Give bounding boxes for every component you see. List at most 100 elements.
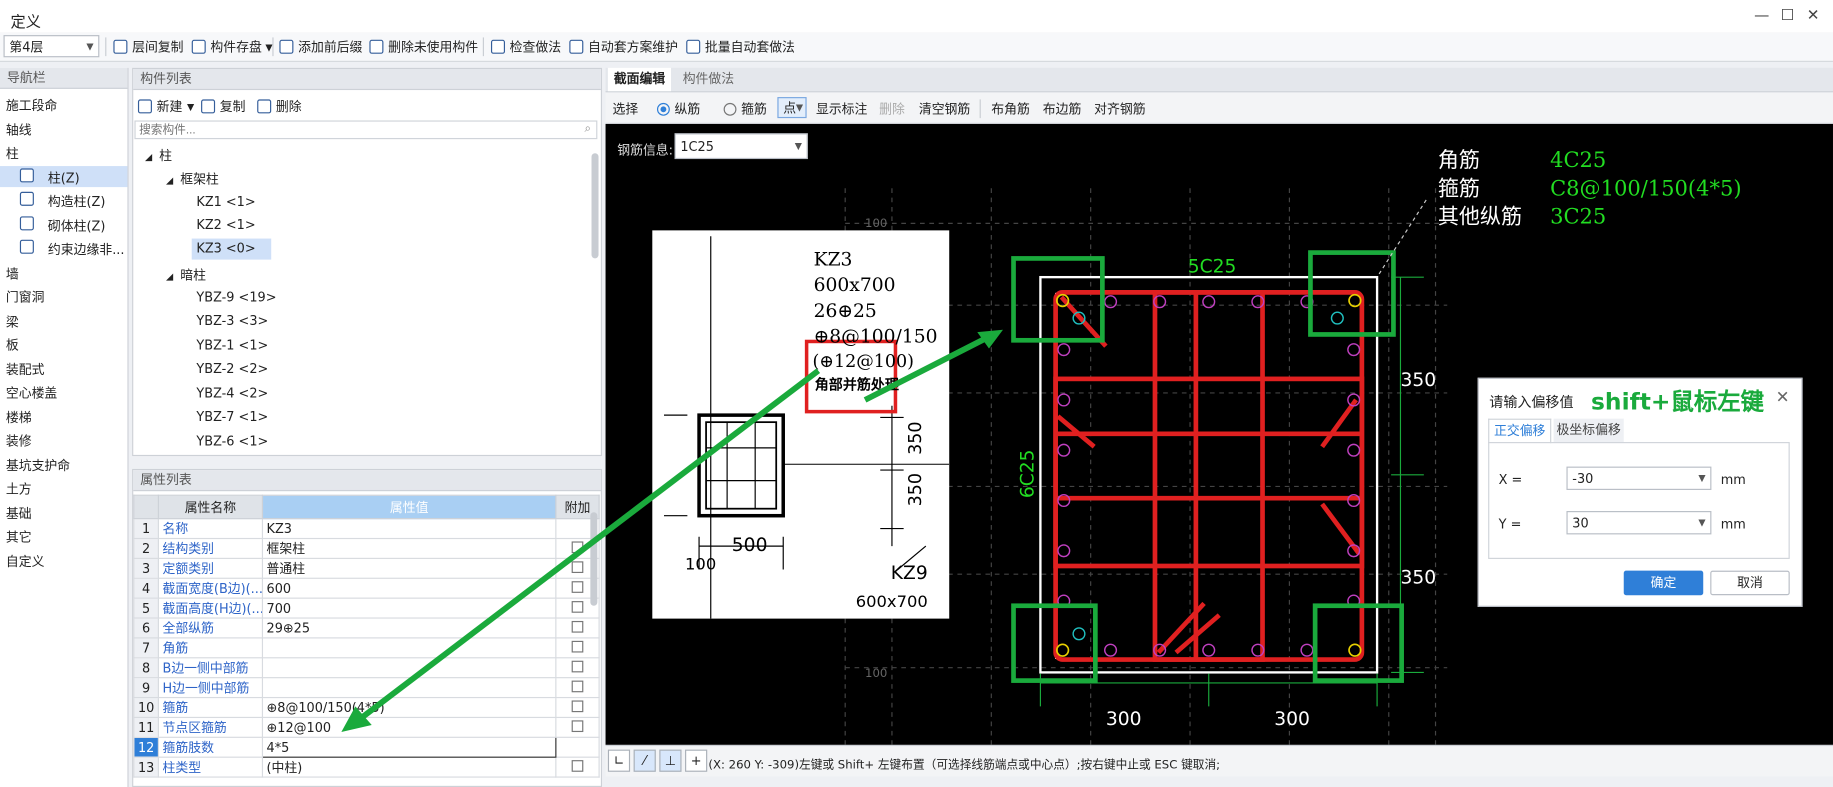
prop-value[interactable]: [261, 657, 557, 679]
table-row[interactable]: 11 节点区箍筋 ⊕12@100: [133, 716, 600, 738]
floor-select[interactable]: 第4层 ▼: [3, 35, 100, 58]
close-icon[interactable]: ✕: [1801, 7, 1824, 26]
delete-rebar-button[interactable]: 删除: [879, 99, 905, 118]
nav-item-pit-support[interactable]: 基坑支护命: [6, 456, 70, 475]
table-row[interactable]: 6 全部纵筋 29⊕25: [133, 617, 600, 639]
edge-bar-button[interactable]: 布边筋: [1043, 99, 1082, 118]
prop-extra-checkbox[interactable]: [571, 540, 584, 553]
nav-item-structural-column[interactable]: 构造柱(Z): [19, 191, 105, 211]
nav-item-beam[interactable]: 梁: [6, 312, 19, 331]
prop-extra[interactable]: [555, 637, 600, 659]
delete-unused-button[interactable]: 删除未使用构件: [369, 37, 478, 56]
prop-value[interactable]: 600: [261, 577, 557, 599]
table-row[interactable]: 4 截面宽度(B边)(... 600: [133, 577, 600, 599]
show-mark-button[interactable]: 显示标注: [816, 99, 867, 118]
prop-extra-checkbox[interactable]: [571, 560, 584, 573]
coordinate-icon[interactable]: +: [685, 749, 708, 772]
prop-value[interactable]: ⊕12@100: [261, 716, 557, 738]
prop-value[interactable]: 29⊕25: [261, 617, 557, 639]
ortho-icon[interactable]: ∟: [607, 749, 631, 772]
table-row[interactable]: 5 截面高度(H边)(... 700: [133, 597, 600, 619]
clear-rebar-button[interactable]: 清空钢筋: [919, 99, 970, 118]
prop-extra[interactable]: [555, 716, 600, 738]
prop-extra-checkbox[interactable]: [571, 660, 584, 672]
prop-extra-checkbox[interactable]: [571, 719, 584, 732]
nav-item-stair[interactable]: 楼梯: [6, 408, 32, 427]
prop-value[interactable]: [261, 677, 557, 699]
y-offset-input[interactable]: 30 ▼: [1566, 511, 1712, 535]
longitudinal-radio[interactable]: 纵筋: [656, 99, 700, 118]
tab-section-edit[interactable]: 截面编辑: [607, 67, 672, 92]
prop-extra[interactable]: [555, 657, 600, 679]
prop-value[interactable]: [261, 637, 557, 659]
x-offset-input[interactable]: -30 ▼: [1566, 466, 1712, 490]
corner-bar-button[interactable]: 布角筋: [991, 99, 1030, 118]
close-icon[interactable]: ✕: [1776, 388, 1790, 407]
nav-item-wall[interactable]: 墙: [6, 264, 19, 283]
prop-extra-checkbox[interactable]: [571, 759, 584, 772]
nav-item-edge-column[interactable]: 约束边缘非...: [19, 239, 124, 259]
tree-node-column[interactable]: ◢ 柱: [145, 146, 172, 165]
prop-extra-checkbox[interactable]: [571, 580, 584, 593]
prop-extra[interactable]: [555, 617, 600, 639]
prop-extra-checkbox[interactable]: [571, 620, 584, 633]
prop-value[interactable]: 框架柱: [261, 537, 557, 559]
check-method-button[interactable]: 检查做法: [490, 37, 561, 56]
tree-item-ybz3[interactable]: YBZ-3 <3>: [196, 313, 268, 328]
search-icon[interactable]: ⌕: [585, 123, 592, 136]
nav-item-earthwork[interactable]: 土方: [6, 479, 32, 498]
nav-item-door-window[interactable]: 门窗洞: [6, 288, 45, 307]
cancel-button[interactable]: 取消: [1710, 570, 1790, 596]
table-row[interactable]: 1 名称 KZ3: [133, 518, 600, 540]
tab-polar-offset[interactable]: 极坐标偏移: [1553, 418, 1624, 443]
nav-item-decoration[interactable]: 装修: [6, 432, 32, 451]
tab-ortho-offset[interactable]: 正交偏移: [1488, 418, 1552, 444]
ok-button[interactable]: 确定: [1623, 570, 1704, 596]
tree-item-ybz2[interactable]: YBZ-2 <2>: [196, 361, 268, 376]
tree-item-kz2[interactable]: KZ2 <1>: [196, 218, 255, 233]
maximize-icon[interactable]: ☐: [1776, 7, 1799, 26]
prop-extra-checkbox[interactable]: [571, 640, 584, 652]
tree-item-ybz1[interactable]: YBZ-1 <1>: [196, 338, 268, 353]
nav-item-custom[interactable]: 自定义: [6, 552, 45, 571]
perpendicular-icon[interactable]: ⊥: [659, 749, 682, 772]
prop-value[interactable]: KZ3: [261, 518, 557, 540]
nav-item-masonry-column[interactable]: 砌体柱(Z): [19, 216, 105, 235]
table-row[interactable]: 13 柱类型 (中柱): [133, 756, 600, 778]
component-search-input[interactable]: [134, 120, 598, 140]
table-row[interactable]: 12 箍筋肢数 4*5: [133, 736, 600, 758]
nav-item-other[interactable]: 其它: [6, 527, 32, 546]
prop-value[interactable]: 700: [261, 597, 557, 619]
nav-item-hollow-floor[interactable]: 空心楼盖: [6, 384, 57, 403]
props-scrollbar[interactable]: [590, 512, 598, 606]
new-component-button[interactable]: 新建 ▼: [137, 97, 194, 116]
tree-node-frame-column[interactable]: ◢ 框架柱: [166, 170, 219, 189]
nav-item-foundation[interactable]: 基础: [6, 504, 32, 523]
nav-item-column[interactable]: 柱: [6, 144, 19, 163]
prop-extra-checkbox[interactable]: [571, 680, 584, 692]
add-prefix-button[interactable]: 添加前后缀: [279, 37, 362, 56]
prop-extra[interactable]: [555, 736, 600, 758]
nav-item-slab[interactable]: 板: [6, 336, 19, 355]
auto-scheme-button[interactable]: 自动套方案维护: [569, 37, 678, 56]
table-row[interactable]: 2 结构类别 框架柱: [133, 537, 600, 559]
nav-item-construction[interactable]: 施工段命: [6, 96, 57, 115]
prop-extra[interactable]: [555, 677, 600, 699]
prop-value[interactable]: 4*5: [261, 736, 557, 758]
prop-value[interactable]: ⊕8@100/150(4*5): [261, 696, 557, 719]
table-row[interactable]: 3 定额类别 普通柱: [133, 557, 600, 579]
delete-component-button[interactable]: 删除: [257, 97, 302, 116]
minimize-icon[interactable]: —: [1750, 7, 1773, 26]
copy-component-button[interactable]: 复制: [201, 97, 245, 116]
tree-node-hidden-column[interactable]: ◢ 暗柱: [166, 265, 206, 284]
tree-item-ybz7[interactable]: YBZ-7 <1>: [196, 409, 268, 424]
tree-item-kz1[interactable]: KZ1 <1>: [196, 194, 255, 209]
table-row[interactable]: 8 B边一侧中部筋: [133, 657, 600, 679]
stirrup-radio[interactable]: 箍筋: [723, 99, 767, 118]
list-scrollbar[interactable]: [591, 153, 599, 259]
prop-extra[interactable]: [555, 696, 600, 719]
prop-extra-checkbox[interactable]: [571, 600, 584, 613]
tree-item-ybz4[interactable]: YBZ-4 <2>: [196, 386, 268, 401]
batch-auto-button[interactable]: 批量自动套做法: [686, 37, 795, 56]
line-mode-icon[interactable]: ⁄: [633, 749, 656, 772]
